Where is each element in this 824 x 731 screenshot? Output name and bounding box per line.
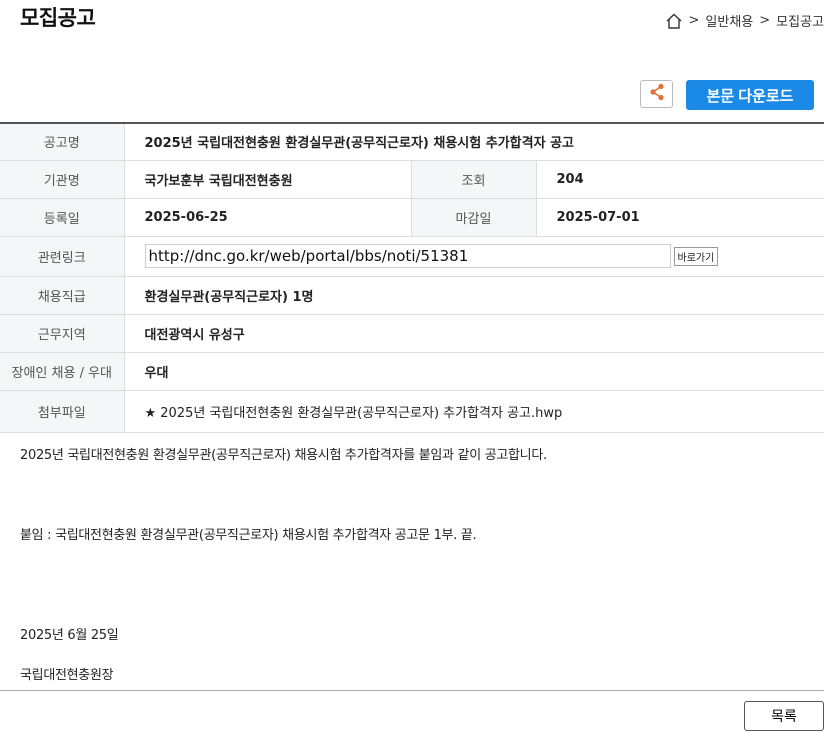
- body-line-2: 붙임 : 국립대전현충원 환경실무관(공무직근로자) 채용시험 추가합격자 공고…: [20, 528, 477, 543]
- link-label: 관련링크: [0, 236, 125, 277]
- disabled-hiring-value: 우대: [124, 352, 824, 391]
- share-button[interactable]: [640, 80, 673, 108]
- attachment-file-link[interactable]: ★ 2025년 국립대전현충원 환경실무관(공무직근로자) 추가합격자 공고.h…: [124, 390, 824, 433]
- views-label: 조회: [411, 160, 537, 199]
- notice-info-table: 공고명 2025년 국립대전현충원 환경실무관(공무직근로자) 채용시험 추가합…: [0, 122, 824, 433]
- link-cell: http://dnc.go.kr/web/portal/bbs/noti/513…: [124, 236, 824, 277]
- title-label: 공고명: [0, 123, 125, 161]
- position-label: 채용직급: [0, 276, 125, 315]
- views-value: 204: [536, 160, 824, 199]
- reg-date-label: 등록일: [0, 198, 125, 237]
- divider: [0, 690, 824, 691]
- home-icon[interactable]: [665, 12, 683, 30]
- reg-date-value: 2025-06-25: [124, 198, 412, 237]
- related-link-field[interactable]: http://dnc.go.kr/web/portal/bbs/noti/513…: [144, 244, 671, 268]
- title-value: 2025년 국립대전현충원 환경실무관(공무직근로자) 채용시험 추가합격자 공…: [124, 123, 824, 161]
- body-signature: 국립대전현충원장: [20, 668, 114, 683]
- go-to-link-button[interactable]: 바로가기: [673, 246, 719, 266]
- page-title: 모집공고: [20, 6, 96, 30]
- region-value: 대전광역시 유성구: [124, 314, 824, 353]
- deadline-label: 마감일: [411, 198, 537, 237]
- table-row: 장애인 채용 / 우대 우대: [0, 352, 824, 391]
- position-value: 환경실무관(공무직근로자) 1명: [124, 276, 824, 315]
- region-label: 근무지역: [0, 314, 125, 353]
- table-row: 관련링크 http://dnc.go.kr/web/portal/bbs/not…: [0, 236, 824, 277]
- share-icon: [649, 83, 665, 105]
- breadcrumb-separator: >: [759, 13, 771, 28]
- breadcrumb-recruitment[interactable]: 모집공고: [776, 11, 824, 30]
- org-value: 국가보훈부 국립대전현충원: [124, 160, 412, 199]
- disabled-hiring-label: 장애인 채용 / 우대: [0, 352, 125, 391]
- table-row: 근무지역 대전광역시 유성구: [0, 314, 824, 353]
- download-body-button[interactable]: 본문 다운로드: [686, 80, 814, 110]
- table-row: 첨부파일 ★ 2025년 국립대전현충원 환경실무관(공무직근로자) 추가합격자…: [0, 390, 824, 433]
- table-row: 기관명 국가보훈부 국립대전현충원 조회 204: [0, 160, 824, 199]
- org-label: 기관명: [0, 160, 125, 199]
- deadline-value: 2025-07-01: [536, 198, 824, 237]
- breadcrumb-separator: >: [688, 13, 700, 28]
- table-row: 채용직급 환경실무관(공무직근로자) 1명: [0, 276, 824, 315]
- attachment-label: 첨부파일: [0, 390, 125, 433]
- toolbar: 본문 다운로드: [640, 80, 814, 110]
- table-row: 등록일 2025-06-25 마감일 2025-07-01: [0, 198, 824, 237]
- body-date: 2025년 6월 25일: [20, 628, 119, 643]
- breadcrumb-general-hiring[interactable]: 일반채용: [705, 11, 753, 30]
- list-button[interactable]: 목록: [744, 701, 824, 731]
- breadcrumb: > 일반채용 > 모집공고: [665, 11, 824, 30]
- body-line-1: 2025년 국립대전현충원 환경실무관(공무직근로자) 채용시험 추가합격자를 …: [20, 448, 547, 463]
- table-row: 공고명 2025년 국립대전현충원 환경실무관(공무직근로자) 채용시험 추가합…: [0, 123, 824, 161]
